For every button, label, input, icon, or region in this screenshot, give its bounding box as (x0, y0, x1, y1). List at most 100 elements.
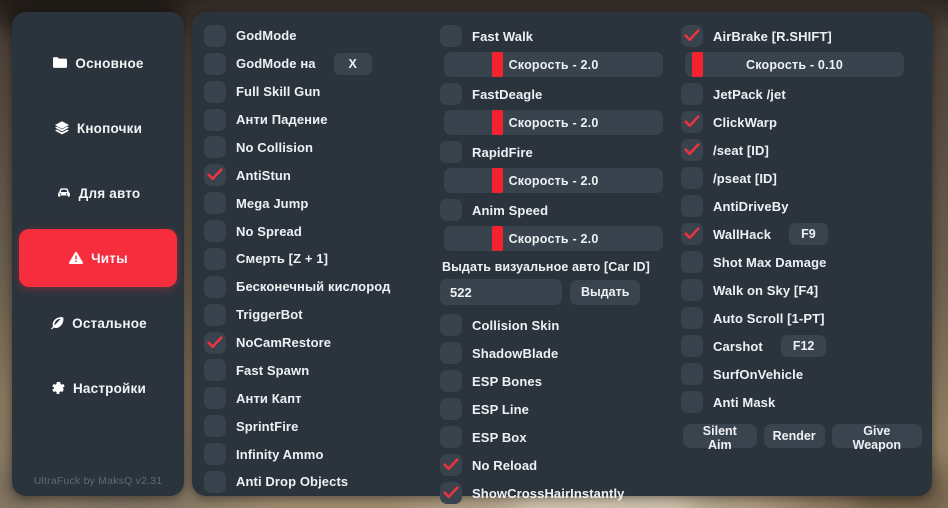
speed-slider[interactable]: Скорость - 0.10 (685, 52, 905, 77)
checkbox-row[interactable]: AntiStun (204, 161, 440, 189)
sidebar-item-1[interactable]: Основное (19, 34, 177, 92)
checkbox-empty-icon[interactable] (204, 359, 226, 382)
checkbox-row[interactable]: Full Skill Gun (204, 78, 440, 106)
checkbox-empty-icon[interactable] (681, 251, 704, 273)
checkbox-empty-icon[interactable] (204, 24, 226, 47)
checkbox-row[interactable]: GodMode на X (204, 50, 440, 78)
checkbox-row[interactable]: Anim Speed (440, 196, 681, 224)
checkbox-row[interactable]: ESP Line (440, 395, 681, 423)
checkbox-row[interactable]: AirBrake [R.SHIFT] (681, 22, 922, 50)
speed-slider[interactable]: Скорость - 2.0 (444, 110, 664, 135)
checkbox-row[interactable]: ESP Box (440, 423, 681, 451)
checkbox-row[interactable]: Collision Skin (440, 311, 681, 339)
checkbox-row[interactable]: WallHack F9 (681, 220, 922, 248)
checkbox-row[interactable]: Анти Капт (204, 384, 440, 412)
checkmark-icon[interactable] (204, 164, 226, 187)
checkbox-row[interactable]: TriggerBot (204, 301, 440, 329)
keybind-badge[interactable]: F12 (780, 335, 827, 357)
checkbox-row[interactable]: NoCamRestore (204, 329, 440, 357)
checkbox-row[interactable]: No Spread (204, 217, 440, 245)
checkbox-empty-icon[interactable] (440, 25, 463, 47)
checkbox-empty-icon[interactable] (681, 335, 704, 357)
sidebar-item-3[interactable]: Для авто (19, 164, 177, 222)
checkbox-empty-icon[interactable] (204, 303, 226, 326)
checkbox-empty-icon[interactable] (204, 275, 226, 298)
checkbox-row[interactable]: SurfOnVehicle (681, 360, 922, 388)
checkbox-empty-icon[interactable] (204, 108, 226, 131)
checkbox-row[interactable]: ShadowBlade (440, 339, 681, 367)
action-button-2[interactable]: Render (763, 424, 825, 448)
checkbox-row[interactable]: SprintFire (204, 412, 440, 440)
checkbox-empty-icon[interactable] (440, 342, 463, 364)
checkbox-empty-icon[interactable] (204, 52, 226, 75)
slider-handle[interactable] (492, 168, 504, 193)
checkmark-icon[interactable] (681, 111, 704, 133)
checkbox-row[interactable]: Анти Падение (204, 106, 440, 134)
checkbox-empty-icon[interactable] (204, 387, 226, 410)
speed-slider[interactable]: Скорость - 2.0 (444, 226, 664, 251)
checkbox-empty-icon[interactable] (681, 83, 704, 105)
checkbox-row[interactable]: Infinity Ammo (204, 440, 440, 468)
checkbox-empty-icon[interactable] (440, 141, 463, 163)
checkbox-row[interactable]: /seat [ID] (681, 136, 922, 164)
checkbox-row[interactable]: Бесконечный кислород (204, 273, 440, 301)
checkbox-empty-icon[interactable] (681, 391, 704, 413)
checkbox-row[interactable]: RapidFire (440, 138, 681, 166)
checkbox-row[interactable]: Auto Scroll [1-PT] (681, 304, 922, 332)
checkbox-empty-icon[interactable] (681, 195, 704, 217)
checkmark-icon[interactable] (681, 223, 704, 245)
sidebar-item-5[interactable]: Остальное (19, 294, 177, 352)
checkbox-row[interactable]: Carshot F12 (681, 332, 922, 360)
checkbox-empty-icon[interactable] (440, 426, 463, 448)
checkbox-empty-icon[interactable] (681, 363, 704, 385)
checkbox-empty-icon[interactable] (440, 370, 463, 392)
checkbox-empty-icon[interactable] (440, 83, 463, 105)
checkbox-row[interactable]: ESP Bones (440, 367, 681, 395)
slider-handle[interactable] (492, 226, 504, 251)
checkmark-icon[interactable] (681, 139, 704, 161)
checkbox-row[interactable]: ShowCrossHairInstantly (440, 479, 681, 507)
keybind-badge[interactable]: F9 (789, 223, 828, 245)
checkbox-empty-icon[interactable] (204, 136, 226, 159)
checkbox-empty-icon[interactable] (681, 167, 704, 189)
checkbox-empty-icon[interactable] (681, 279, 704, 301)
checkbox-row[interactable]: ClickWarp (681, 108, 922, 136)
give-car-button[interactable]: Выдать (570, 279, 641, 305)
checkbox-row[interactable]: Walk on Sky [F4] (681, 276, 922, 304)
checkbox-empty-icon[interactable] (204, 415, 226, 438)
checkbox-row[interactable]: AntiDriveBy (681, 192, 922, 220)
keybind-badge[interactable]: X (333, 52, 372, 75)
checkbox-empty-icon[interactable] (204, 443, 226, 466)
checkbox-empty-icon[interactable] (440, 398, 463, 420)
action-button-1[interactable]: Silent Aim (683, 424, 757, 452)
checkbox-row[interactable]: /pseat [ID] (681, 164, 922, 192)
checkbox-row[interactable]: Fast Walk (440, 22, 681, 50)
checkbox-empty-icon[interactable] (204, 247, 226, 270)
checkmark-icon[interactable] (440, 482, 463, 504)
checkbox-empty-icon[interactable] (204, 192, 226, 215)
checkbox-row[interactable]: Shot Max Damage (681, 248, 922, 276)
checkbox-empty-icon[interactable] (204, 470, 226, 493)
speed-slider[interactable]: Скорость - 2.0 (444, 52, 664, 77)
checkbox-row[interactable]: Anti Drop Objects (204, 468, 440, 496)
slider-handle[interactable] (492, 110, 504, 135)
checkmark-icon[interactable] (204, 331, 226, 354)
checkmark-icon[interactable] (440, 454, 463, 476)
action-button-3[interactable]: Give Weapon (831, 424, 922, 452)
checkbox-row[interactable]: Anti Mask (681, 388, 922, 416)
checkbox-empty-icon[interactable] (204, 80, 226, 103)
checkbox-row[interactable]: JetPack /jet (681, 80, 922, 108)
checkbox-empty-icon[interactable] (440, 314, 463, 336)
speed-slider[interactable]: Скорость - 2.0 (444, 168, 664, 193)
checkbox-empty-icon[interactable] (681, 307, 704, 329)
sidebar-item-6[interactable]: Настройки (19, 359, 177, 417)
checkbox-row[interactable]: GodMode (204, 22, 440, 50)
checkbox-row[interactable]: Смерть [Z + 1] (204, 245, 440, 273)
checkbox-row[interactable]: Mega Jump (204, 189, 440, 217)
sidebar-item-4[interactable]: Читы (19, 229, 177, 287)
checkbox-row[interactable]: No Reload (440, 451, 681, 479)
sidebar-item-2[interactable]: Кнопочки (19, 99, 177, 157)
checkbox-row[interactable]: FastDeagle (440, 80, 681, 108)
checkmark-icon[interactable] (681, 25, 704, 47)
slider-handle[interactable] (691, 52, 703, 77)
